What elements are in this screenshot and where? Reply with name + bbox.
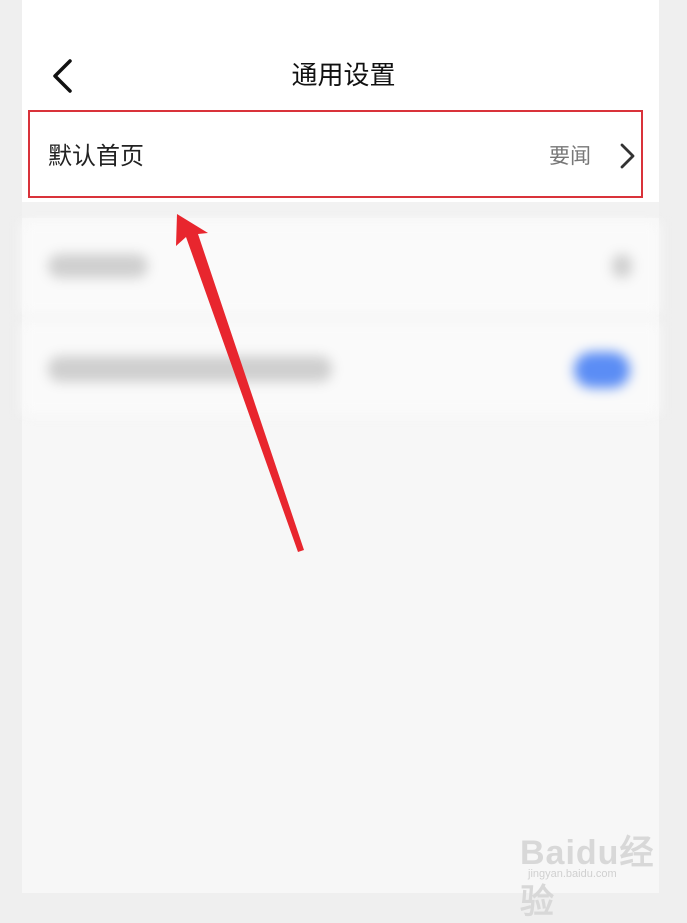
page-title: 通用设置 [291, 61, 396, 91]
section-divider [22, 202, 659, 218]
highlight-box [28, 110, 643, 198]
toggle-switch [574, 352, 630, 388]
blurred-setting-row [22, 322, 659, 414]
watermark-url: jingyan.baidu.com [528, 868, 617, 880]
blurred-setting-row [22, 222, 659, 314]
